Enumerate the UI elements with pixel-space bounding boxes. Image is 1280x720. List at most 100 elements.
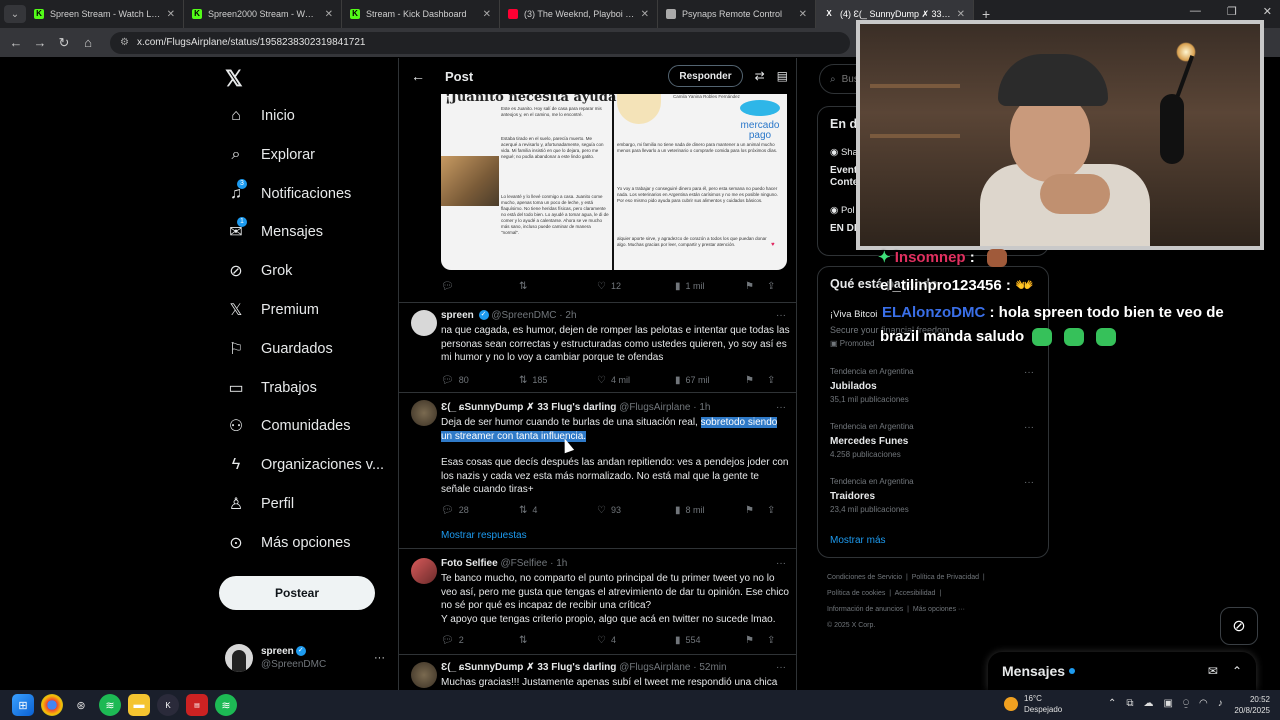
more-icon[interactable]: ··· [776,662,786,673]
sidebar-item-premium[interactable]: 𝕏 Premium [225,295,319,325]
sidebar-item-grok[interactable]: ⊘ Grok [225,256,292,286]
sidebar-item-trabajos[interactable]: ▭ Trabajos [225,373,316,403]
close-tab-icon[interactable]: ✕ [483,9,491,20]
browser-tab[interactable]: K Stream - Kick Dashboard ✕ [342,0,500,28]
tweet-author[interactable]: Ɛ(_ ɕSunnyDump ✗ 33 Flug's darling [441,402,616,413]
bookmark-action[interactable]: ⚑ [745,505,767,516]
close-tab-icon[interactable]: ✕ [799,9,807,20]
minimize-icon[interactable]: — [1190,5,1201,18]
footer-link[interactable]: Política de Privacidad [912,574,979,581]
tray-app-icon[interactable]: ▣ [1164,698,1173,709]
sidebar-item-inicio[interactable]: ⌂ Inicio [225,101,295,131]
chevron-up-icon[interactable]: ⌃ [1108,698,1116,709]
repost-action[interactable]: ⇅ [519,635,597,646]
happening-title-2[interactable]: Conte [830,177,858,188]
app-icon[interactable]: K [157,694,179,716]
chrome-icon[interactable] [41,694,63,716]
weather-widget[interactable]: 16°C Despejado [1004,693,1062,715]
forward-icon[interactable]: → [28,35,52,50]
avatar[interactable] [411,662,437,688]
like-action[interactable]: ♡ 93 [597,505,675,516]
sidebar-item-guardados[interactable]: ⚐ Guardados [225,334,333,364]
app-icon[interactable]: ⊛ [70,694,92,716]
sidebar-item-organizaciones-v[interactable]: ϟ Organizaciones v... [225,450,384,480]
app-icon[interactable]: ▤ [186,694,208,716]
more-icon[interactable]: ··· [1024,422,1034,433]
tab-search-button[interactable]: ⌄ [4,5,26,23]
reply-action[interactable]: 💬︎ 28 [441,505,519,516]
tray-app-icon[interactable]: ⧉ [1126,698,1133,709]
tweet-author[interactable]: Foto Selfiee [441,558,498,569]
happening-source[interactable]: ◉ Pol [830,205,855,217]
new-message-icon[interactable]: ✉ [1208,664,1218,678]
footer-link[interactable]: Más opciones ··· [913,606,965,613]
reply-button[interactable]: Responder [668,65,743,87]
post-button[interactable]: Postear [219,576,375,610]
close-window-icon[interactable]: ✕ [1263,5,1272,18]
site-info-icon[interactable]: ⚙ [120,37,129,48]
bookmark-action[interactable]: ⚑ [745,635,767,646]
repost-action[interactable]: ⇅ [519,281,597,292]
bookmark-action[interactable]: ⚑ [745,281,767,292]
browser-tab[interactable]: K Spreen Stream - Watch Live on... ✕ [26,0,184,28]
spotify-icon[interactable]: ≋ [215,694,237,716]
share-action[interactable]: ⇪ [767,281,775,292]
back-icon[interactable]: ← [4,35,28,50]
promo-title[interactable]: ¡Viva Bitcoi [830,309,877,321]
sidebar-item-mensajes[interactable]: ✉ 1 Mensajes [225,217,323,247]
like-action[interactable]: ♡ 12 [597,281,675,292]
close-tab-icon[interactable]: ✕ [641,9,649,20]
more-icon[interactable]: ··· [374,652,385,664]
reply-action[interactable]: 💬︎ 2 [441,635,519,646]
share-action[interactable]: ⇪ [767,635,775,646]
back-arrow-icon[interactable]: ← [411,68,425,84]
account-switcher[interactable]: spreen ✓ @SpreenDMC ··· [225,643,385,673]
show-more-link[interactable]: Mostrar más [830,535,886,546]
views-action[interactable]: ▮ 8 mil [675,505,745,516]
sidebar-item-perfil[interactable]: ♙ Perfil [225,489,294,519]
like-action[interactable]: ♡ 4 mil [597,375,675,386]
browser-tab[interactable]: (3) The Weeknd, Playboi Carti -... ✕ [500,0,658,28]
more-icon[interactable]: ··· [1024,477,1034,488]
spotify-icon[interactable]: ≋ [99,694,121,716]
post-image[interactable]: ¡Juanito necesita ayuda! Este es Juanito… [441,94,787,270]
reader-view-icon[interactable]: ▤ [777,69,788,83]
more-icon[interactable]: ··· [1024,367,1034,378]
footer-link[interactable]: Política de cookies [827,590,885,597]
happening-source[interactable]: ◉ Sha [830,147,858,159]
footer-link[interactable]: Accesibilidad [895,590,936,597]
share-action[interactable]: ⇪ [767,505,775,516]
close-tab-icon[interactable]: ✕ [325,9,333,20]
grok-button[interactable]: ⊘ [1220,607,1258,645]
more-icon[interactable]: ··· [776,558,786,569]
restore-icon[interactable]: ❐ [1227,5,1237,18]
tweet-author[interactable]: Ɛ(_ ɕSunnyDump ✗ 33 Flug's darling [441,662,616,673]
file-explorer-icon[interactable]: ▬ [128,694,150,716]
trend-name[interactable]: Mercedes Funes [830,436,908,447]
more-icon[interactable]: ··· [776,402,786,413]
close-tab-icon[interactable]: ✕ [957,9,965,20]
more-icon[interactable]: ··· [776,310,786,321]
x-logo-icon[interactable]: 𝕏 [225,66,243,92]
reply-action[interactable]: 💬︎ [441,281,519,292]
home-browser-icon[interactable]: ⌂ [76,35,100,50]
expand-icon[interactable]: ⌃ [1232,664,1242,678]
share-action[interactable]: ⇪ [767,375,775,386]
wifi-icon[interactable]: ◠ [1199,698,1208,709]
reply-action[interactable]: 💬︎ 80 [441,375,519,386]
tweet-author[interactable]: spreen [441,310,474,321]
like-action[interactable]: ♡ 4 [597,635,675,646]
trend-name[interactable]: Jubilados [830,381,877,392]
views-action[interactable]: ▮ 67 mil [675,375,745,386]
clock[interactable]: 20:52 20/8/2025 [1234,694,1270,716]
cloud-icon[interactable]: ☁ [1144,698,1154,709]
avatar[interactable] [411,558,437,584]
browser-tab[interactable]: K Spreen2000 Stream - Watch Live... ✕ [184,0,342,28]
views-action[interactable]: ▮ 1 mil [675,281,745,292]
repost-action[interactable]: ⇅ 185 [519,375,597,386]
footer-link[interactable]: Condiciones de Servicio [827,574,902,581]
mic-icon[interactable]: ⍜ [1183,698,1189,709]
happening-title[interactable]: EN DI [830,223,857,234]
sidebar-item-comunidades[interactable]: ⚇ Comunidades [225,411,351,441]
close-tab-icon[interactable]: ✕ [167,9,175,20]
